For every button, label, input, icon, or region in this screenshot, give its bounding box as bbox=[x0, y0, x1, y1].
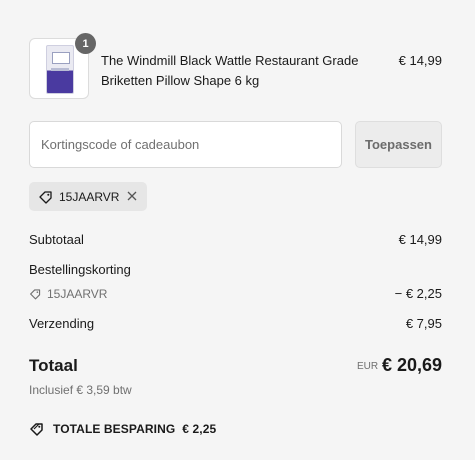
tax-note: Inclusief € 3,59 btw bbox=[29, 383, 132, 397]
subtotal-label: Subtotaal bbox=[29, 232, 84, 247]
shipping-value: € 7,95 bbox=[405, 316, 442, 331]
quantity-badge: 1 bbox=[75, 33, 96, 54]
total-currency: EUR bbox=[357, 361, 379, 372]
order-discount-label: Bestellingskorting bbox=[29, 262, 131, 277]
discount-code-input[interactable] bbox=[29, 121, 342, 168]
total-value: € 20,69 bbox=[381, 355, 442, 375]
product-name: The Windmill Black Wattle Restaurant Gra… bbox=[101, 53, 359, 88]
apply-discount-button[interactable]: Toepassen bbox=[355, 121, 442, 168]
product-price: € 14,99 bbox=[398, 53, 442, 68]
tag-icon bbox=[29, 422, 46, 436]
close-icon[interactable] bbox=[125, 189, 139, 203]
total-label: Totaal bbox=[29, 356, 78, 375]
order-discount-code-text: 15JAARVR bbox=[47, 287, 108, 301]
order-discount-value: − € 2,25 bbox=[394, 286, 442, 301]
savings-value: € 2,25 bbox=[182, 422, 217, 436]
savings-label: TOTALE BESPARING bbox=[53, 422, 176, 436]
cart-line-item: 1 The Windmill Black Wattle Restaurant G… bbox=[29, 33, 442, 100]
subtotal-value: € 14,99 bbox=[398, 232, 442, 247]
order-discount-code: 15JAARVR bbox=[29, 285, 107, 303]
order-summary: 1 The Windmill Black Wattle Restaurant G… bbox=[0, 0, 475, 460]
total-savings: TOTALE BESPARING € 2,25 bbox=[29, 422, 216, 436]
applied-discount-chip: 15JAARVR bbox=[29, 182, 147, 211]
shipping-label: Verzending bbox=[29, 316, 95, 331]
tag-icon bbox=[38, 190, 54, 204]
briquette-bag-image bbox=[46, 45, 74, 94]
tag-icon bbox=[29, 288, 42, 300]
applied-discount-code: 15JAARVR bbox=[59, 189, 120, 204]
